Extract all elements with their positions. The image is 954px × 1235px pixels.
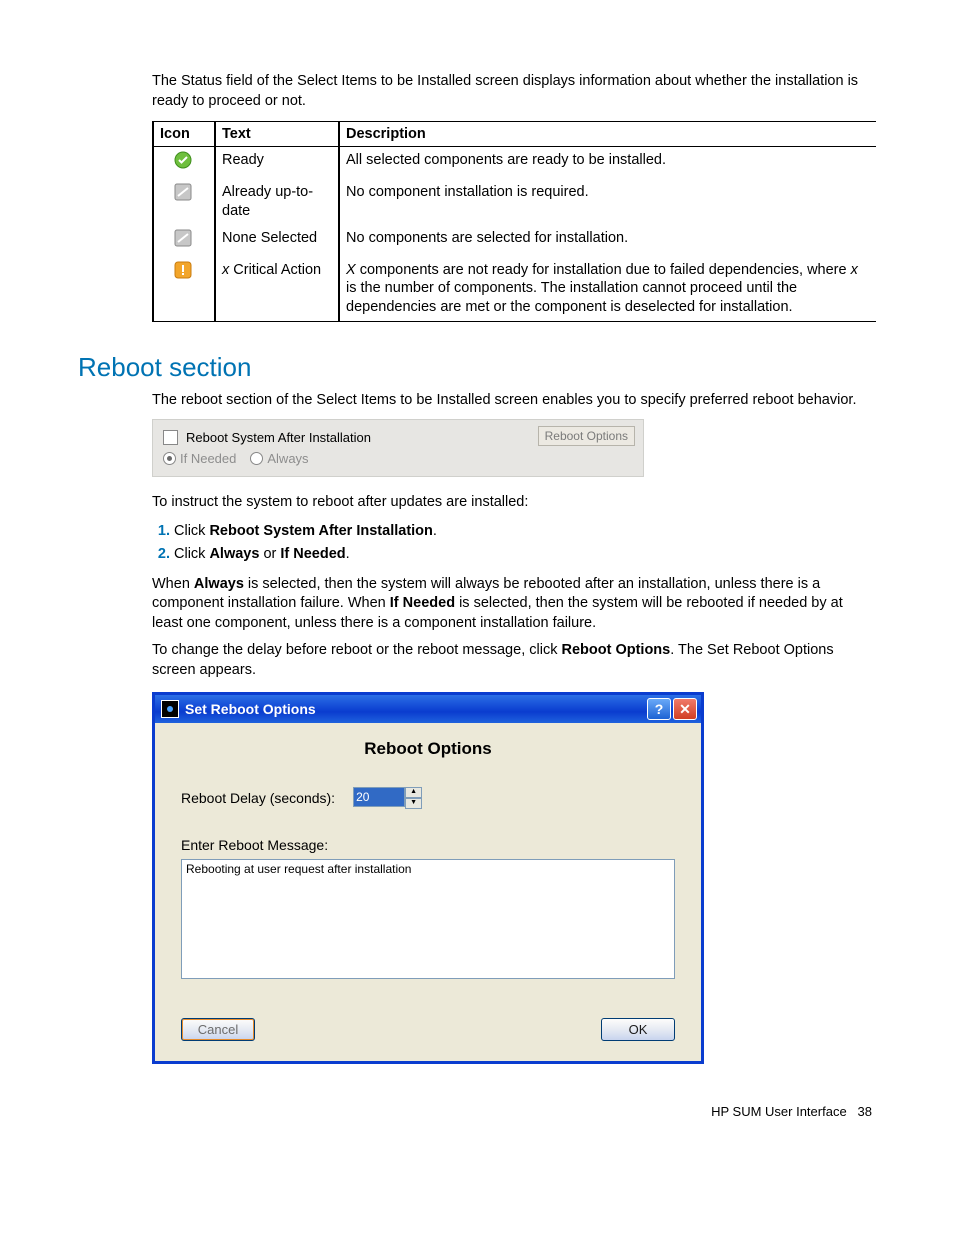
cancel-button[interactable]: Cancel — [181, 1018, 255, 1041]
row-text: Already up-to-date — [215, 179, 339, 225]
ready-icon — [174, 151, 192, 175]
page-footer: HP SUM User Interface 38 — [78, 1104, 876, 1119]
row-desc: X components are not ready for installat… — [339, 257, 876, 322]
reboot-panel: Reboot Options Reboot System After Insta… — [152, 419, 644, 477]
section-heading: Reboot section — [78, 352, 876, 383]
dialog-title: Set Reboot Options — [185, 701, 316, 717]
paragraph-always-ifneeded: When Always is selected, then the system… — [152, 575, 876, 634]
status-table: Icon Text Description Ready All selected… — [152, 121, 876, 322]
row-text: x Critical Action — [215, 257, 339, 322]
reboot-message-label: Enter Reboot Message: — [181, 837, 675, 853]
col-icon: Icon — [153, 122, 215, 147]
critical-icon — [174, 261, 192, 285]
row-desc: All selected components are ready to be … — [339, 147, 876, 179]
always-label: Always — [267, 451, 308, 466]
step-1: Click Reboot System After Installation. — [174, 520, 876, 543]
dialog-heading: Reboot Options — [181, 739, 675, 759]
reboot-message-input[interactable] — [181, 859, 675, 979]
ok-button[interactable]: OK — [601, 1018, 675, 1041]
spinner-down-icon[interactable]: ▼ — [405, 798, 422, 809]
paragraph-reboot-options: To change the delay before reboot or the… — [152, 641, 876, 680]
if-needed-radio[interactable] — [163, 452, 176, 465]
reboot-options-button[interactable]: Reboot Options — [538, 426, 635, 446]
dialog-app-icon — [161, 700, 179, 718]
row-desc: No components are selected for installat… — [339, 225, 876, 257]
section-intro: The reboot section of the Select Items t… — [152, 391, 876, 411]
col-desc: Description — [339, 122, 876, 147]
uptodate-icon — [174, 183, 192, 207]
row-desc: No component installation is required. — [339, 179, 876, 225]
table-row: Ready All selected components are ready … — [153, 147, 876, 179]
reboot-delay-stepper[interactable]: ▲ ▼ — [353, 787, 422, 809]
dialog-titlebar: Set Reboot Options ? ✕ — [155, 695, 701, 723]
step-2: Click Always or If Needed. — [174, 543, 876, 566]
if-needed-label: If Needed — [180, 451, 236, 466]
col-text: Text — [215, 122, 339, 147]
row-text: Ready — [215, 147, 339, 179]
reboot-delay-input[interactable] — [353, 787, 405, 807]
reboot-after-install-label: Reboot System After Installation — [186, 430, 371, 445]
set-reboot-options-dialog: Set Reboot Options ? ✕ Reboot Options Re… — [152, 692, 704, 1064]
close-icon[interactable]: ✕ — [673, 698, 697, 720]
steps-list: Click Reboot System After Installation. … — [152, 520, 876, 566]
row-text: None Selected — [215, 225, 339, 257]
always-radio[interactable] — [250, 452, 263, 465]
intro-text: The Status field of the Select Items to … — [152, 72, 876, 111]
none-selected-icon — [174, 229, 192, 253]
spinner-up-icon[interactable]: ▲ — [405, 787, 422, 798]
instruct-text: To instruct the system to reboot after u… — [152, 493, 876, 513]
help-icon[interactable]: ? — [647, 698, 671, 720]
reboot-delay-label: Reboot Delay (seconds): — [181, 790, 335, 806]
table-row: Already up-to-date No component installa… — [153, 179, 876, 225]
table-row: None Selected No components are selected… — [153, 225, 876, 257]
table-row: x Critical Action X components are not r… — [153, 257, 876, 322]
reboot-after-install-checkbox[interactable] — [163, 430, 178, 445]
